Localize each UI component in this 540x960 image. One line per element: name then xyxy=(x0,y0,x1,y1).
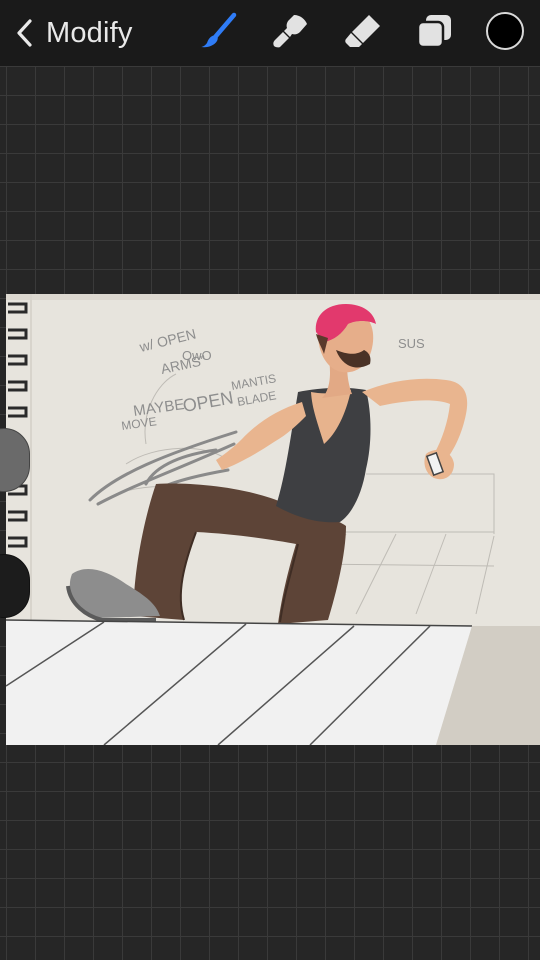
eraser-tool-button[interactable] xyxy=(342,12,384,54)
svg-text:OwO: OwO xyxy=(182,348,212,363)
artwork-canvas[interactable]: w/ OPEN ARMS" OwO SUS MAYBE MOVE OPEN MA… xyxy=(6,294,540,745)
brush-icon xyxy=(198,10,240,57)
layers-icon xyxy=(414,10,456,57)
eraser-icon xyxy=(342,10,384,57)
back-label: Modify xyxy=(46,16,133,49)
brush-tool-button[interactable] xyxy=(198,12,240,54)
svg-text:SUS: SUS xyxy=(398,336,425,351)
procreate-canvas-screen: Modify w/ OPEN ARMS" OwO SUS MAYBE MOVE … xyxy=(0,0,540,960)
artwork-illustration: w/ OPEN ARMS" OwO SUS MAYBE MOVE OPEN MA… xyxy=(6,294,540,745)
color-swatch-button[interactable] xyxy=(486,12,524,50)
top-toolbar: Modify xyxy=(0,0,540,66)
layers-button[interactable] xyxy=(414,12,456,54)
back-button[interactable]: Modify xyxy=(14,14,133,52)
chevron-left-icon xyxy=(14,17,34,49)
smudge-icon xyxy=(270,10,312,57)
smudge-tool-button[interactable] xyxy=(270,12,312,54)
